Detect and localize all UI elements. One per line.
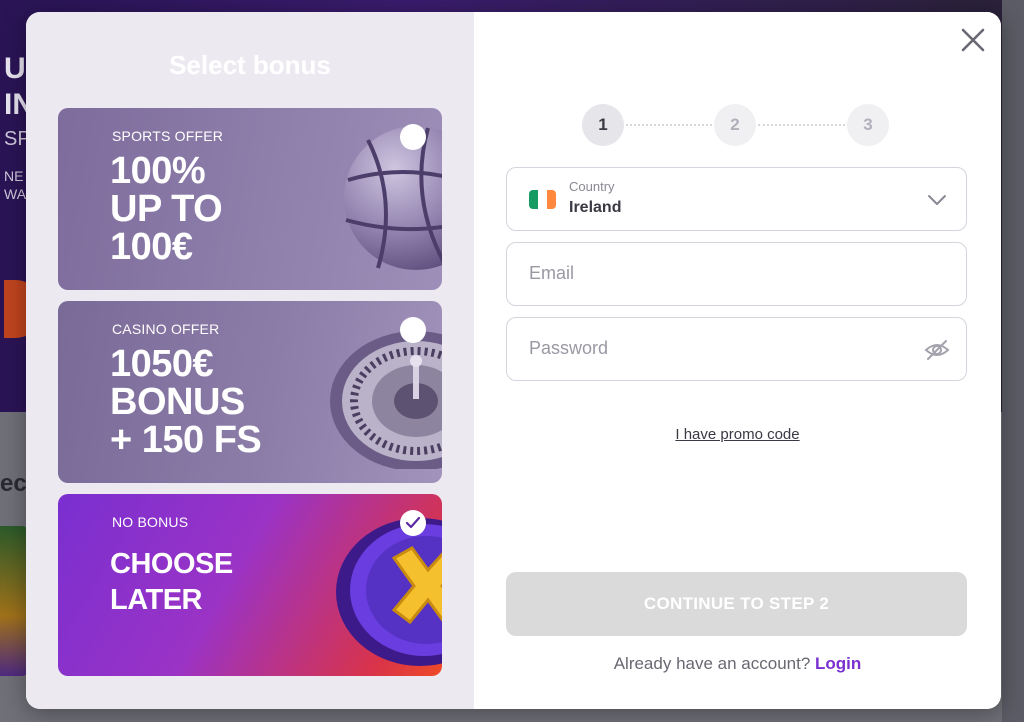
headline-line: + 150 FS	[110, 419, 262, 461]
bonus-radio[interactable]	[400, 124, 426, 150]
bonus-card-kicker: NO BONUS	[112, 514, 189, 530]
password-placeholder: Password	[529, 338, 609, 358]
headline-line: UP TO	[110, 188, 223, 230]
headline-line: 1050€	[110, 343, 214, 385]
login-prompt: Already have an account?	[613, 654, 811, 673]
bonus-card-sports[interactable]: SPORTS OFFER 100% UP TO 100€	[58, 108, 442, 290]
registration-modal: Select bonus SPORTS OFFER 100% UP TO 100…	[26, 12, 1001, 709]
cross-coin-icon	[336, 518, 442, 666]
headline-line: LATER	[110, 584, 203, 616]
step-connector	[758, 124, 845, 126]
background-game-tile	[0, 526, 28, 676]
bonus-panel: Select bonus SPORTS OFFER 100% UP TO 100…	[26, 12, 474, 709]
background-hero-text: U	[4, 52, 26, 85]
login-link[interactable]: Login	[815, 654, 861, 673]
country-select[interactable]: Country Ireland	[506, 167, 967, 231]
headline-line: 100%	[110, 150, 206, 192]
checkmark-icon	[405, 516, 421, 529]
background-section-label: ec	[0, 470, 27, 497]
headline-line: BONUS	[110, 381, 245, 423]
step-1: 1	[582, 104, 624, 146]
bonus-card-casino[interactable]: CASINO OFFER 1050€ BONUS + 150 FS	[58, 301, 442, 483]
bonus-card-headline: 1050€ BONUS + 150 FS	[110, 343, 262, 461]
email-placeholder: Email	[529, 263, 575, 283]
step-2: 2	[714, 104, 756, 146]
chevron-down-icon	[928, 195, 946, 205]
basketball-icon	[344, 126, 442, 270]
country-value: Ireland	[569, 199, 622, 216]
login-prompt-line: Already have an account? Login	[474, 654, 1001, 674]
step-connector	[626, 124, 712, 126]
headline-line: 100€	[110, 226, 193, 268]
step-indicator: 1 2 3	[582, 104, 892, 148]
headline-line: CHOOSE	[110, 548, 233, 580]
bonus-card-no-bonus[interactable]: NO BONUS CHOOSE LATER	[58, 494, 442, 676]
background-hero-text: NE	[4, 168, 24, 184]
email-field[interactable]: Email	[506, 242, 967, 306]
bonus-panel-title: Select bonus	[169, 50, 331, 80]
background-hero-text: WA	[4, 186, 27, 202]
roulette-wheel-icon	[330, 331, 442, 469]
step-3: 3	[847, 104, 889, 146]
continue-button[interactable]: CONTINUE TO STEP 2	[506, 572, 967, 636]
bonus-radio[interactable]	[400, 317, 426, 343]
background-right-strip	[1002, 0, 1024, 722]
eye-hidden-icon[interactable]	[924, 338, 950, 362]
bonus-card-headline: CHOOSE LATER	[110, 546, 233, 618]
country-label: Country	[569, 179, 615, 194]
registration-form-panel: 1 2 3 Country Ireland Email Password I h…	[474, 12, 1001, 709]
close-icon[interactable]	[959, 26, 987, 54]
password-field[interactable]: Password	[506, 317, 967, 381]
ireland-flag-icon	[529, 190, 556, 209]
bonus-card-kicker: SPORTS OFFER	[112, 128, 224, 144]
promo-code-link[interactable]: I have promo code	[474, 426, 1001, 443]
bonus-card-kicker: CASINO OFFER	[112, 321, 220, 337]
bonus-card-headline: 100% UP TO 100€	[110, 150, 223, 268]
bonus-radio-checked[interactable]	[400, 510, 426, 536]
